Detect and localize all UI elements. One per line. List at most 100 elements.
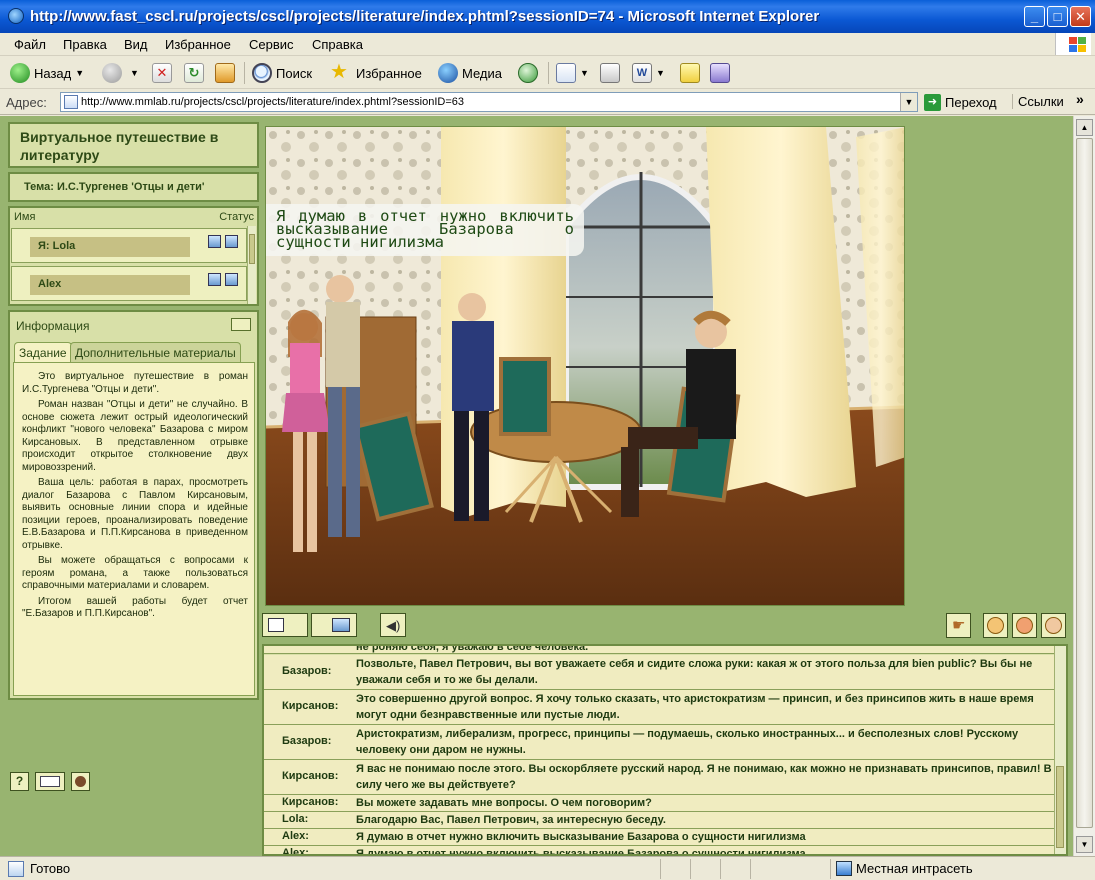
go-button[interactable]: ➜ Переход (924, 94, 997, 111)
window-toggle-icon[interactable] (231, 318, 251, 331)
tab-task[interactable]: Задание (14, 342, 72, 363)
page-scrollbar[interactable]: ▲ ▼ (1073, 116, 1095, 856)
stop-button[interactable]: ✕ (152, 61, 172, 85)
chat-people-icon (268, 618, 284, 632)
tab-extra-materials[interactable]: Дополнительные материалы (70, 342, 241, 363)
chat-log: не роняю себя, я уважаю в себе человека.… (262, 644, 1068, 856)
gesture-button[interactable]: ☛ (946, 613, 971, 638)
home-button[interactable] (215, 61, 235, 85)
chat-speaker: Alex: (282, 830, 309, 842)
print-icon (600, 63, 620, 83)
users-scrollbar[interactable] (247, 226, 256, 304)
chat-message: Это совершенно другой вопрос. Я хочу тол… (356, 693, 1034, 721)
discuss-button[interactable] (680, 61, 700, 85)
messenger-button[interactable] (710, 61, 730, 85)
page-content: Виртуальное путешествие в литературу Тем… (0, 116, 1073, 856)
menu-file[interactable]: Файл (14, 37, 46, 52)
talk-to-user-button[interactable] (262, 613, 308, 637)
emotion-happy-button[interactable] (983, 613, 1008, 638)
page-icon (64, 95, 78, 109)
chat-row: Alex: Я думаю в отчет нужно включить выс… (264, 846, 1056, 854)
topic-label: Тема: И.С.Тургенев 'Отцы и дети' (24, 181, 205, 193)
maximize-button[interactable]: □ (1047, 6, 1068, 27)
address-bar: Адрес: http://www.mmlab.ru/projects/cscl… (0, 90, 1095, 115)
forward-button[interactable]: ▼ (102, 61, 139, 85)
users-panel: Имя Статус Я: Lola Alex (8, 206, 259, 306)
user-row-alex[interactable]: Alex (11, 266, 247, 301)
title-bar: http://www.fast_cscl.ru/projects/cscl/pr… (0, 0, 1095, 33)
stop-icon: ✕ (152, 63, 172, 83)
talk-to-character-button[interactable] (311, 613, 357, 637)
scroll-up-icon[interactable]: ▲ (1076, 119, 1093, 136)
chat-speaker: Кирсанов: (282, 770, 339, 782)
sound-button[interactable]: ◀) (380, 613, 406, 637)
menu-tools[interactable]: Сервис (249, 37, 294, 52)
search-button[interactable]: Поиск (252, 61, 312, 85)
chat-speaker: Базаров: (282, 735, 332, 747)
emotion-laugh-button[interactable] (1012, 613, 1037, 638)
user-row-lola[interactable]: Я: Lola (11, 228, 247, 263)
scroll-thumb[interactable] (1076, 138, 1093, 828)
favorites-button[interactable]: ★ Избранное (330, 61, 422, 85)
toolbar: Назад ▼ ▼ ✕ ↻ Поиск ★ Избранное Медиа ▼ … (0, 57, 1095, 89)
menu-favorites[interactable]: Избранное (165, 37, 231, 52)
info-title: Информация (16, 319, 90, 333)
virtual-room-scene[interactable]: Я думаю в отчет нужно включить высказыва… (265, 126, 905, 606)
print-button[interactable] (600, 61, 620, 85)
menu-view[interactable]: Вид (124, 37, 148, 52)
history-button[interactable] (518, 61, 542, 85)
chat-message: Я думаю в отчет нужно включить высказыва… (356, 831, 806, 843)
star-icon: ★ (330, 61, 348, 83)
users-name-header: Имя (14, 211, 36, 223)
back-arrow-icon (10, 63, 30, 83)
status-bar: Готово Местная интрасеть (0, 856, 1095, 880)
task-text: Это виртуальное путешествие в роман И.С.… (13, 362, 255, 696)
address-url: http://www.mmlab.ru/projects/cscl/projec… (81, 96, 465, 108)
scroll-down-icon[interactable]: ▼ (1076, 836, 1093, 853)
refresh-button[interactable]: ↻ (184, 61, 204, 85)
media-icon (438, 63, 458, 83)
emotion-sad-button[interactable] (1041, 613, 1066, 638)
chat-message: Вы можете задавать мне вопросы. О чем по… (356, 797, 652, 809)
close-button[interactable]: ✕ (1070, 6, 1091, 27)
menu-edit[interactable]: Правка (63, 37, 107, 52)
menu-help[interactable]: Справка (312, 37, 363, 52)
laugh-icon (1016, 617, 1033, 634)
browser-window: http://www.fast_cscl.ru/projects/cscl/pr… (0, 0, 1095, 880)
links-more-icon[interactable]: » (1076, 91, 1084, 107)
forward-arrow-icon (102, 63, 122, 83)
chat-scrollbar[interactable] (1054, 646, 1066, 854)
media-button[interactable]: Медиа (438, 61, 502, 85)
status-text: Готово (30, 861, 71, 876)
help-button[interactable]: ? (10, 772, 29, 791)
chat-row-partial: не роняю себя, я уважаю в себе человека. (264, 646, 1056, 654)
history-icon (518, 63, 538, 83)
chat-speaker: Базаров: (282, 665, 332, 677)
chat-row: Кирсанов: Это совершенно другой вопрос. … (264, 690, 1056, 725)
note-icon (680, 63, 700, 83)
users-status-header: Статус (219, 211, 254, 223)
home-icon (215, 63, 235, 83)
address-dropdown-icon[interactable]: ▼ (900, 93, 917, 111)
chat-row: Lola: Благодарю Вас, Павел Петрович, за … (264, 812, 1056, 829)
mail-button[interactable]: ▼ (556, 61, 589, 85)
back-button[interactable]: Назад ▼ (10, 61, 84, 85)
chat-row: Базаров: Позвольте, Павел Петрович, вы в… (264, 655, 1056, 690)
notes-button[interactable] (35, 772, 65, 791)
chat-row: Alex: Я думаю в отчет нужно включить выс… (264, 829, 1056, 846)
security-zone-label: Местная интрасеть (856, 861, 973, 876)
links-button[interactable]: Ссылки (1012, 94, 1064, 109)
minimize-button[interactable]: _ (1024, 6, 1045, 27)
chat-message: Аристократизм, либерализм, прогресс, при… (356, 728, 1019, 756)
person-icon (75, 776, 86, 787)
hand-icon: ☛ (952, 617, 966, 634)
computer-icon (332, 618, 350, 632)
ie-icon (8, 8, 24, 24)
address-input[interactable]: http://www.mmlab.ru/projects/cscl/projec… (60, 92, 918, 112)
profile-button[interactable] (71, 772, 90, 791)
edit-button[interactable]: W ▼ (632, 61, 665, 85)
chat-row: Базаров: Аристократизм, либерализм, прог… (264, 725, 1056, 760)
chat-message: Я вас не понимаю после этого. Вы оскорбл… (356, 763, 1052, 791)
room-illustration (266, 127, 904, 605)
windows-logo-icon (1055, 33, 1091, 55)
